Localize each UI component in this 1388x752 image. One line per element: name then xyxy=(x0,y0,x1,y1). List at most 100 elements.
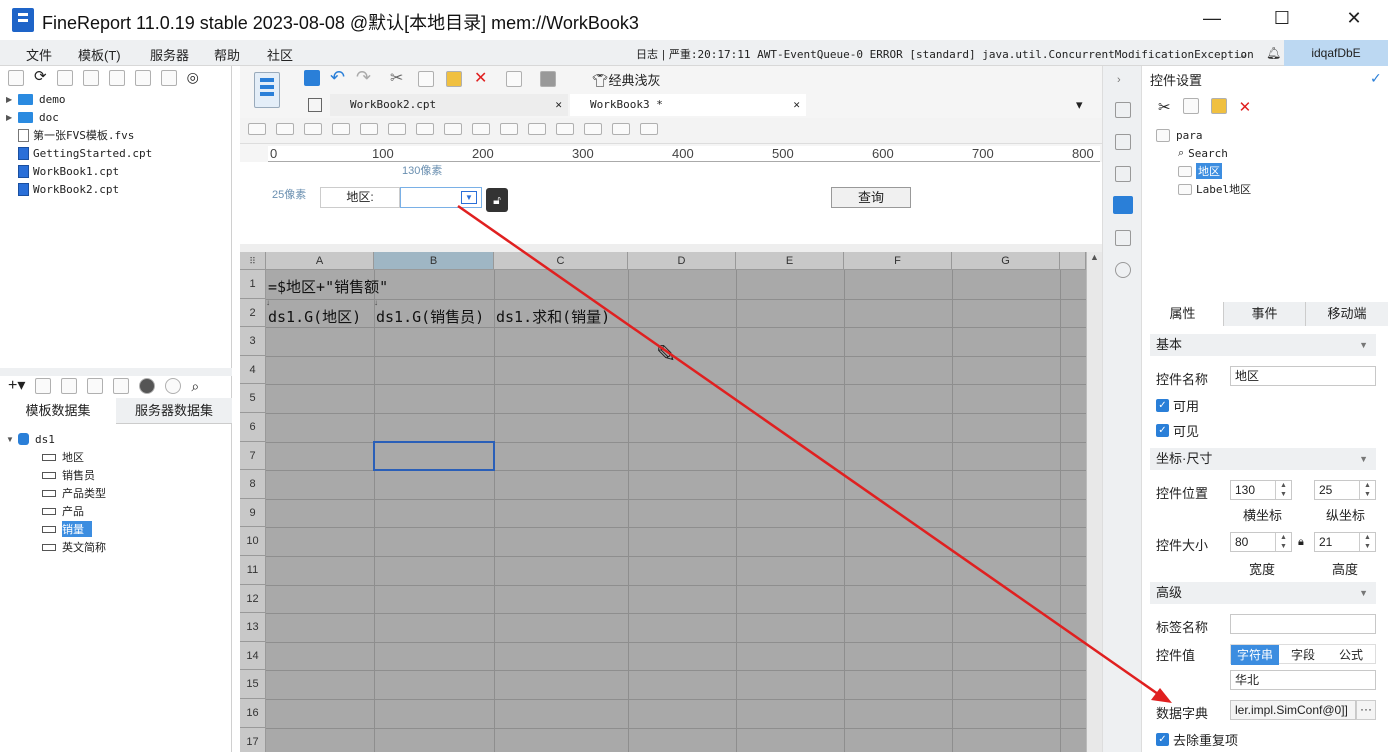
cut-icon[interactable]: ✂ xyxy=(1158,98,1171,116)
selected-cell-b7[interactable] xyxy=(373,441,495,471)
tree-item-demo[interactable]: ▶ demo xyxy=(6,90,226,108)
checkbox-widget-icon[interactable] xyxy=(584,123,602,135)
visible-checkbox[interactable]: ✓ 可见 xyxy=(1156,421,1199,440)
tab-events[interactable]: 事件 xyxy=(1224,302,1306,326)
select-all-corner[interactable]: ⠿ xyxy=(240,252,266,270)
mode-string[interactable]: 字符串 xyxy=(1231,645,1279,665)
region-combo-widget[interactable]: ▼ xyxy=(400,187,482,208)
row-header[interactable]: 17 xyxy=(240,727,266,752)
save-icon[interactable] xyxy=(304,70,320,86)
float-element-icon[interactable] xyxy=(1115,166,1131,182)
grid-icon[interactable] xyxy=(308,98,322,112)
textbox-widget-icon[interactable] xyxy=(248,123,266,135)
checkbox-group-widget-icon[interactable] xyxy=(472,123,490,135)
more-widget-icon[interactable] xyxy=(640,123,658,135)
y-input[interactable]: 25 ▲ ▼ xyxy=(1314,480,1376,500)
menu-help[interactable]: 帮助 xyxy=(214,45,240,64)
delete-dataset-icon[interactable] xyxy=(61,378,78,394)
spinner-icon[interactable]: ▲ ▼ xyxy=(1275,533,1291,551)
tab-server-dataset[interactable]: 服务器数据集 xyxy=(116,398,232,424)
spreadsheet[interactable]: ⠿ A B C D E F G ▲ 1 2 3 4 5 6 7 8 9 10 11 12 13 14 15 1… xyxy=(240,252,1102,752)
user-name[interactable]: idqafDbE xyxy=(1284,40,1388,66)
spinner-icon[interactable]: ▲ ▼ xyxy=(1359,481,1375,499)
search-dataset-icon[interactable]: ⌕ xyxy=(191,379,199,393)
paste-icon[interactable] xyxy=(446,71,462,87)
preview-icon[interactable] xyxy=(87,378,104,394)
menu-server[interactable]: 服务器 xyxy=(150,45,189,64)
tree-search[interactable]: ⌕ Search xyxy=(1156,144,1376,162)
row-header[interactable]: 16 xyxy=(240,699,266,728)
row-header[interactable]: 1 xyxy=(240,270,266,299)
tree-region-selected[interactable]: 地区 xyxy=(1156,162,1376,180)
condition-icon[interactable] xyxy=(1115,230,1131,246)
left-splitter[interactable] xyxy=(0,368,232,376)
row-header[interactable]: 2 xyxy=(240,298,266,328)
minimize-icon[interactable]: — xyxy=(1200,8,1224,32)
dedupe-checkbox[interactable]: ✓ 去除重复项 xyxy=(1156,730,1238,749)
tab-properties[interactable]: 属性 xyxy=(1142,302,1224,326)
column-header-d[interactable]: D xyxy=(628,252,736,270)
tree-item-workbook2[interactable]: WorkBook2.cpt xyxy=(6,180,226,198)
combobox-widget-icon[interactable] xyxy=(332,123,350,135)
copy-icon[interactable] xyxy=(418,71,434,87)
calendar-widget-icon[interactable] xyxy=(388,123,406,135)
enabled-checkbox[interactable]: ✓ 可用 xyxy=(1156,396,1199,415)
number-widget-icon[interactable] xyxy=(416,123,434,135)
widget-value-input[interactable]: 华北 xyxy=(1230,670,1376,690)
search-icon[interactable]: ⌕ xyxy=(1240,46,1247,62)
element-icon[interactable] xyxy=(1115,134,1131,150)
paste-icon[interactable] xyxy=(1210,98,1227,114)
date-widget-icon[interactable] xyxy=(360,123,378,135)
row-header[interactable]: 10 xyxy=(240,527,266,556)
field-item[interactable]: 英文简称 xyxy=(6,538,226,556)
spinner-icon[interactable]: ▲ ▼ xyxy=(1359,533,1375,551)
scroll-up-icon[interactable]: ▲ xyxy=(1087,252,1102,262)
password-widget-icon[interactable] xyxy=(556,123,574,135)
row-header[interactable]: 12 xyxy=(240,584,266,614)
vertical-scrollbar[interactable]: ▲ xyxy=(1086,252,1102,752)
radio-group-widget-icon[interactable] xyxy=(500,123,518,135)
tab-workbook3[interactable]: WorkBook3 * ✕ xyxy=(570,94,806,116)
close-icon[interactable]: ✕ xyxy=(1342,8,1366,32)
row-header[interactable]: 8 xyxy=(240,470,266,499)
row-header[interactable]: 9 xyxy=(240,498,266,528)
row-header[interactable]: 5 xyxy=(240,384,266,413)
more-options-button[interactable]: ··· xyxy=(1356,700,1376,720)
collapse-icon[interactable]: › xyxy=(1117,74,1121,86)
tree-para[interactable]: para xyxy=(1156,126,1376,144)
delete-icon[interactable]: ✕ xyxy=(1239,98,1252,116)
apply-icon[interactable]: ✓ xyxy=(1370,70,1382,87)
column-header-b[interactable]: B xyxy=(374,252,494,270)
tree-item-workbook1[interactable]: WorkBook1.cpt xyxy=(6,162,226,180)
menu-community[interactable]: 社区 xyxy=(267,45,293,64)
tab-template-dataset[interactable]: 模板数据集 xyxy=(0,398,116,424)
field-item[interactable]: 地区 xyxy=(6,448,226,466)
undo-icon[interactable]: ↶ xyxy=(330,67,345,88)
height-input[interactable]: 21 ▲ ▼ xyxy=(1314,532,1376,552)
tab-list-icon[interactable]: ▾ xyxy=(1076,97,1083,113)
mode-field[interactable]: 字段 xyxy=(1279,645,1327,665)
unlock-icon[interactable]: 🔓︎ xyxy=(486,188,508,212)
tree-item-gettingstarted[interactable]: GettingStarted.cpt xyxy=(6,144,226,162)
column-header-g[interactable]: G xyxy=(952,252,1060,270)
column-header-e[interactable]: E xyxy=(736,252,844,270)
theme-button[interactable]: 👕︎经典浅灰 xyxy=(592,70,661,89)
tab-workbook2[interactable]: WorkBook2.cpt ✕ xyxy=(330,94,568,116)
brush-icon[interactable] xyxy=(540,71,556,87)
query-button[interactable]: 查询 xyxy=(831,187,911,208)
column-header-f[interactable]: F xyxy=(844,252,952,270)
server-db-icon[interactable] xyxy=(165,378,182,394)
cell-b2[interactable]: ds1.G(销售员) xyxy=(376,306,484,327)
refresh-icon[interactable]: ⟳ xyxy=(34,69,47,86)
field-item[interactable]: 销售员 xyxy=(6,466,226,484)
lock-ratio-icon[interactable]: 🔒︎ xyxy=(1298,536,1304,549)
spinner-icon[interactable]: ▲ ▼ xyxy=(1275,481,1291,499)
copy-icon[interactable] xyxy=(134,70,151,86)
row-header[interactable]: 15 xyxy=(240,670,266,699)
text-widget-icon[interactable] xyxy=(528,123,546,135)
cell-a2[interactable]: ds1.G(地区) xyxy=(268,306,361,327)
params-icon[interactable] xyxy=(113,378,130,394)
rename-icon[interactable] xyxy=(82,70,99,86)
textarea-widget-icon[interactable] xyxy=(444,123,462,135)
row-header[interactable]: 6 xyxy=(240,413,266,442)
